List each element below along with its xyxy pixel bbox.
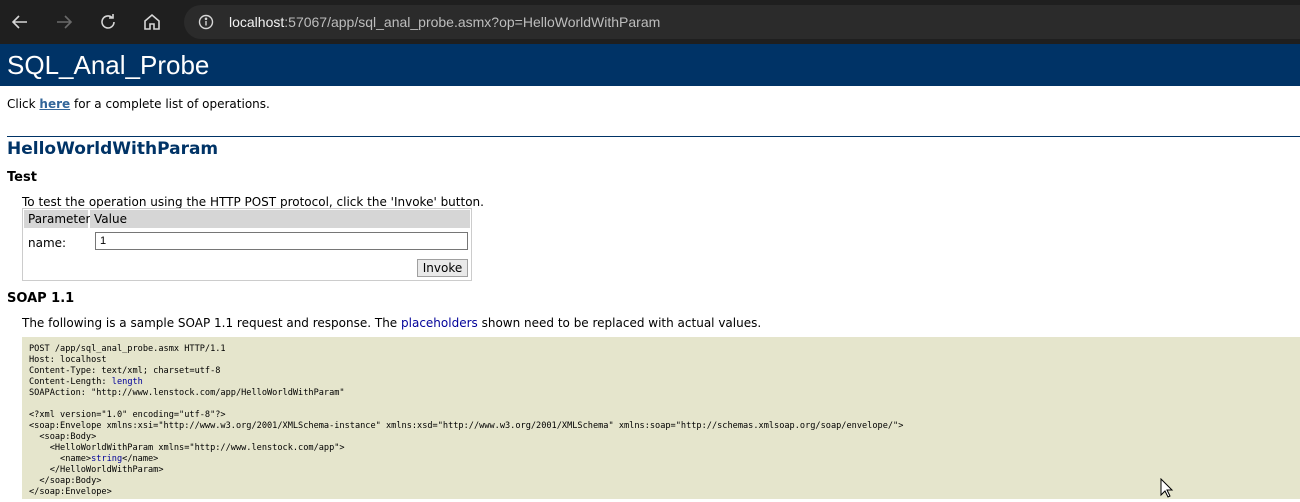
- sample-line: POST /app/sql_anal_probe.asmx HTTP/1.1: [29, 344, 226, 354]
- sample-line: <soap:Body>: [29, 432, 97, 442]
- info-icon[interactable]: [198, 14, 214, 30]
- test-heading: Test: [7, 170, 37, 185]
- test-form: Parameter Value name: Invoke: [22, 208, 472, 281]
- mouse-cursor-icon: [1160, 477, 1174, 498]
- sample-placeholder: length: [111, 377, 143, 387]
- sample-line: </name>: [122, 454, 159, 464]
- intro-text: Click here for a complete list of operat…: [7, 97, 270, 111]
- intro-suffix: for a complete list of operations.: [70, 97, 270, 111]
- browser-toolbar: localhost:57067/app/sql_anal_probe.asmx?…: [0, 0, 1300, 45]
- soap-description: The following is a sample SOAP 1.1 reque…: [22, 316, 761, 330]
- name-input[interactable]: [95, 232, 468, 250]
- url-host: localhost: [229, 14, 285, 30]
- invoke-button[interactable]: Invoke: [417, 259, 468, 277]
- sample-line: <HelloWorldWithParam xmlns="http://www.l…: [29, 443, 345, 453]
- sample-placeholder: string: [91, 454, 123, 464]
- soap-sample-code: POST /app/sql_anal_probe.asmx HTTP/1.1 H…: [29, 344, 903, 498]
- sample-line: </soap:Body>: [29, 476, 102, 486]
- placeholder-word: placeholders: [401, 316, 478, 330]
- page-title: SQL_Anal_Probe: [7, 50, 210, 80]
- divider: [7, 136, 1300, 137]
- soap-desc-suffix: shown need to be replaced with actual va…: [477, 316, 762, 330]
- sample-line: Host: localhost: [29, 355, 107, 365]
- soap-sample-block: POST /app/sql_anal_probe.asmx HTTP/1.1 H…: [22, 337, 1300, 499]
- soap-heading: SOAP 1.1: [7, 291, 75, 306]
- home-icon[interactable]: [141, 11, 163, 33]
- back-icon[interactable]: [9, 11, 31, 33]
- url-path: :57067/app/sql_anal_probe.asmx?op=HelloW…: [284, 14, 661, 30]
- sample-line: Content-Length:: [29, 377, 112, 387]
- sample-line: <soap:Envelope xmlns:xsi="http://www.w3.…: [29, 421, 904, 431]
- param-name-label: name:: [28, 236, 67, 250]
- sample-line: </HelloWorldWithParam>: [29, 465, 164, 475]
- url-text[interactable]: localhost:57067/app/sql_anal_probe.asmx?…: [229, 12, 660, 32]
- refresh-icon[interactable]: [97, 11, 119, 33]
- sample-line: <name>: [29, 454, 92, 464]
- operations-list-link[interactable]: here: [39, 97, 70, 111]
- sample-line: SOAPAction: "http://www.lenstock.com/app…: [29, 388, 345, 398]
- intro-prefix: Click: [7, 97, 40, 111]
- soap-desc-prefix: The following is a sample SOAP 1.1 reque…: [22, 316, 402, 330]
- column-header-parameter: Parameter: [24, 210, 90, 228]
- sample-line: </soap:Envelope>: [29, 487, 112, 497]
- service-banner: SQL_Anal_Probe: [0, 44, 1300, 86]
- column-header-value: Value: [90, 210, 470, 228]
- sample-line: <?xml version="1.0" encoding="utf-8"?>: [29, 410, 226, 420]
- test-instructions: To test the operation using the HTTP POS…: [22, 195, 484, 209]
- sample-line: Content-Type: text/xml; charset=utf-8: [29, 366, 221, 376]
- address-bar[interactable]: localhost:57067/app/sql_anal_probe.asmx?…: [184, 5, 1300, 39]
- forward-icon[interactable]: [53, 11, 75, 33]
- operation-title: HelloWorldWithParam: [7, 139, 219, 159]
